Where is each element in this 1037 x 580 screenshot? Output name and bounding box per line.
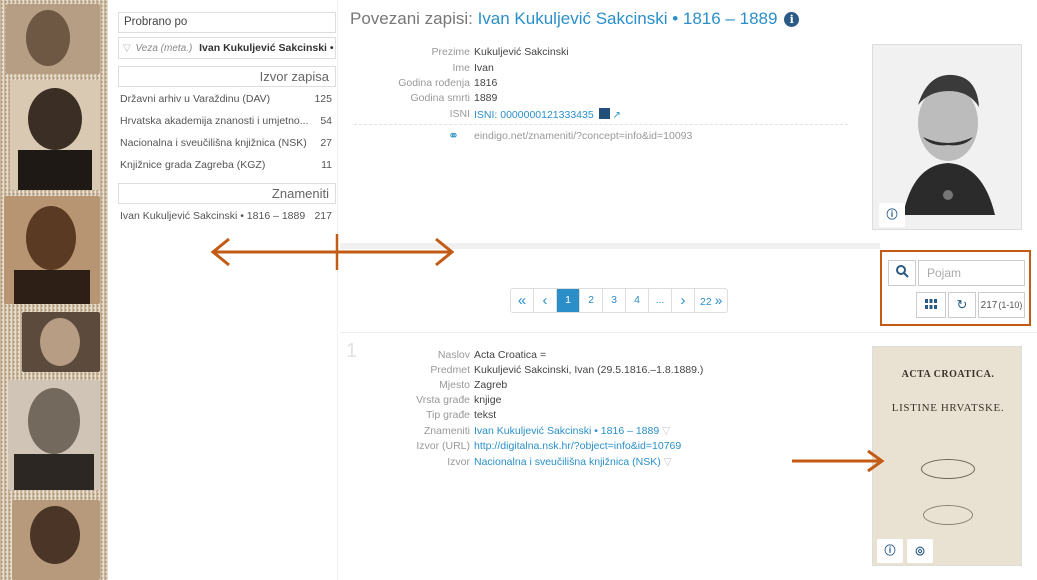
page-4-button[interactable]: 4	[626, 289, 649, 312]
portrait-info-button[interactable]: ⓘ	[879, 203, 905, 227]
facet-header-izvor-zapisa: Izvor zapisa	[118, 66, 336, 87]
heading-person-link[interactable]: Ivan Kukuljević Sakcinski • 1816 – 1889	[478, 9, 778, 28]
record-person-link[interactable]: Ivan Kukuljević Sakcinski • 1816 – 1889 …	[474, 425, 670, 437]
search-button[interactable]	[888, 260, 916, 286]
field-label: Godina rođenja	[398, 77, 470, 89]
facet-item[interactable]: Državni arhiv u Varaždinu (DAV) 125	[120, 93, 332, 105]
active-filter-chip[interactable]: ▽ Veza (meta.) Ivan Kukuljević Sakcinski…	[118, 37, 336, 59]
field-label: Godina smrti	[410, 92, 470, 104]
field-value: Zagreb	[474, 379, 508, 391]
facet-item[interactable]: Hrvatska akademija znanosti i umjetno...…	[120, 115, 332, 127]
cover-stamp	[923, 505, 973, 525]
field-label: Mjesto	[439, 379, 470, 391]
portrait-image	[6, 4, 100, 74]
cover-info-button[interactable]: ⓘ	[877, 539, 903, 563]
field-value: Ivan	[474, 62, 494, 74]
isni-logo-icon	[598, 108, 610, 119]
isni-link[interactable]: ISNI: 0000000121333435 ↗	[474, 108, 621, 121]
field-label: Izvor (URL)	[416, 440, 470, 452]
field-value: Kukuljević Sakcinski, Ivan (29.5.1816.–1…	[474, 364, 704, 376]
facet-item[interactable]: Knjižnice grada Zagreba (KGZ) 11	[120, 159, 332, 171]
record-divider	[340, 332, 1037, 333]
field-label: Naslov	[437, 349, 470, 361]
field-label: Tip građe	[426, 409, 470, 421]
refresh-icon: ↻	[956, 297, 968, 312]
filter-title-box: Probrano po	[118, 12, 336, 33]
field-label: ISNI	[449, 108, 470, 120]
info-icon[interactable]: i	[784, 12, 800, 27]
page-ellipsis: ...	[649, 289, 672, 312]
field-value: knjige	[474, 394, 502, 406]
active-filter-prefix: Veza (meta.)	[135, 43, 193, 54]
field-value: Kukuljević Sakcinski	[474, 46, 569, 58]
page-title: Povezani zapisi: Ivan Kukuljević Sakcins…	[350, 9, 800, 29]
field-value: Acta Croatica =	[474, 349, 547, 361]
field-value: tekst	[474, 409, 497, 421]
source-url-link[interactable]: http://digitalna.nsk.hr/?object=info&id=…	[474, 440, 681, 452]
book-cover[interactable]: ACTA CROATICA. LISTINE HRVATSKE. ⓘ ◎	[872, 346, 1022, 566]
portrait-image	[8, 380, 100, 490]
resize-arrow-annotation	[210, 234, 455, 270]
facet-item[interactable]: Nacionalna i sveučilišna knjižnica (NSK)…	[120, 137, 332, 149]
portrait-image	[22, 312, 100, 372]
filter-funnel-icon[interactable]: ▽	[664, 456, 672, 468]
portrait-image	[10, 80, 100, 190]
info-icon: ⓘ	[886, 209, 898, 221]
field-value: 1816	[474, 77, 498, 89]
facet-header-znameniti: Znameniti	[118, 183, 336, 204]
portrait-image	[12, 500, 100, 580]
filter-title: Probrano po	[124, 16, 188, 28]
active-filter-value: Ivan Kukuljević Sakcinski •	[199, 42, 334, 54]
result-count: 217(1-10)	[978, 292, 1025, 318]
filter-funnel-icon[interactable]: ▽	[662, 425, 670, 437]
last-page-button[interactable]: 22 »	[695, 289, 727, 312]
field-label: Izvor	[447, 456, 470, 468]
grid-icon	[925, 299, 937, 309]
pointer-arrow-annotation	[792, 449, 885, 473]
field-label: Prezime	[431, 46, 470, 58]
refresh-button[interactable]: ↻	[948, 292, 976, 318]
info-icon: ⓘ	[884, 545, 896, 557]
field-label: Vrsta građe	[416, 394, 470, 406]
next-page-button[interactable]: ›	[672, 289, 695, 312]
source-link[interactable]: Nacionalna i sveučilišna knjižnica (NSK)…	[474, 456, 672, 468]
field-label: Ime	[452, 62, 470, 74]
page-1-button[interactable]: 1	[557, 289, 580, 312]
search-panel: Pojam ↻ 217(1-10)	[880, 250, 1031, 326]
grid-view-button[interactable]	[916, 292, 946, 318]
facet-item[interactable]: Ivan Kukuljević Sakcinski • 1816 – 1889 2…	[120, 210, 332, 222]
book-cover-title: ACTA CROATICA.	[901, 369, 995, 380]
main-content: Povezani zapisi: Ivan Kukuljević Sakcins…	[340, 0, 1037, 580]
target-icon: ◎	[915, 545, 925, 557]
external-link-icon[interactable]: ↗	[613, 110, 621, 121]
portrait-image	[4, 196, 100, 304]
book-cover-subtitle: LISTINE HRVATSKE.	[891, 402, 1005, 414]
search-icon	[896, 265, 909, 278]
field-label: Predmet	[430, 364, 470, 376]
person-portrait[interactable]: ⓘ	[872, 44, 1022, 230]
cover-view-button[interactable]: ◎	[907, 539, 933, 563]
concept-url[interactable]: eindigo.net/znameniti/?concept=info&id=1…	[474, 130, 692, 142]
facets-panel: Probrano po ▽ Veza (meta.) Ivan Kukuljev…	[110, 0, 338, 580]
field-value: 1889	[474, 92, 498, 104]
prev-page-button[interactable]: ‹	[534, 289, 557, 312]
divider	[354, 124, 848, 125]
cover-stamp	[921, 459, 975, 479]
page-3-button[interactable]: 3	[603, 289, 626, 312]
portrait-strip	[0, 0, 108, 580]
search-input[interactable]: Pojam	[918, 260, 1025, 286]
page-2-button[interactable]: 2	[580, 289, 603, 312]
link-chain-icon: ⚭	[448, 128, 459, 143]
field-label: Znameniti	[423, 425, 470, 437]
first-page-button[interactable]: «	[511, 289, 534, 312]
filter-funnel-icon: ▽	[123, 43, 131, 54]
pagination: « ‹ 1 2 3 4 ... › 22 »	[510, 288, 729, 313]
